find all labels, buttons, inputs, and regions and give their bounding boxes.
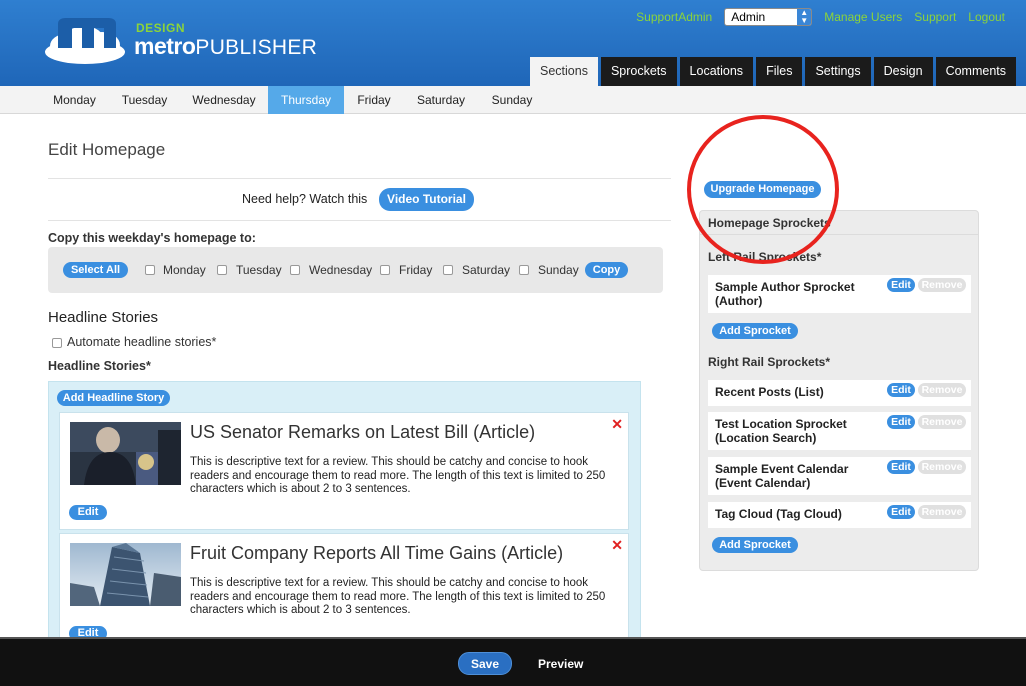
divider — [700, 234, 978, 235]
logo-brand-bold: metro — [134, 33, 196, 59]
save-button[interactable]: Save — [458, 652, 512, 675]
day-tab-saturday[interactable]: Saturday — [410, 86, 472, 114]
page-title: Edit Homepage — [48, 140, 166, 159]
tab-sections[interactable]: Sections — [530, 57, 598, 86]
select-arrows-icon: ▲ ▼ — [797, 9, 812, 25]
video-tutorial-button[interactable]: Video Tutorial — [379, 188, 474, 211]
tab-locations[interactable]: Locations — [679, 57, 754, 86]
copy-checkbox-friday[interactable] — [380, 265, 390, 275]
story-title: Fruit Company Reports All Time Gains (Ar… — [190, 543, 564, 563]
account-select-value: Admin — [731, 10, 766, 24]
day-tab-thursday[interactable]: Thursday — [268, 86, 344, 114]
user-link[interactable]: SupportAdmin — [636, 10, 712, 24]
story-edit-button[interactable]: Edit — [69, 505, 107, 520]
support-link[interactable]: Support — [914, 10, 956, 24]
remove-story-close-icon[interactable]: ✕ — [611, 537, 623, 554]
story-description: This is descriptive text for a review. T… — [190, 456, 606, 495]
automate-label: Automate headline stories* — [67, 335, 217, 349]
right-rail-title: Right Rail Sprockets* — [708, 355, 831, 369]
story-card: Fruit Company Reports All Time Gains (Ar… — [59, 533, 629, 651]
story-card: US Senator Remarks on Latest Bill (Artic… — [59, 412, 629, 530]
weekday-tab-bar: Monday Tuesday Wednesday Thursday Friday… — [0, 86, 1026, 114]
sprocket-edit-button[interactable]: Edit — [887, 460, 915, 474]
copy-label-saturday: Saturday — [462, 263, 511, 277]
tab-sprockets[interactable]: Sprockets — [600, 57, 677, 86]
upgrade-homepage-button[interactable]: Upgrade Homepage — [704, 181, 821, 198]
copy-checkbox-monday[interactable] — [145, 265, 155, 275]
story-description: This is descriptive text for a review. T… — [190, 577, 606, 616]
logo-brand-rest: PUBLISHER — [195, 36, 318, 59]
logo-cloud-icon — [42, 12, 128, 66]
sprocket-remove-button[interactable]: Remove — [918, 415, 966, 429]
day-tab-friday[interactable]: Friday — [348, 86, 400, 114]
divider — [48, 178, 671, 179]
sprocket-edit-button[interactable]: Edit — [887, 278, 915, 292]
copy-checkbox-tuesday[interactable] — [217, 265, 227, 275]
day-tab-sunday[interactable]: Sunday — [484, 86, 540, 114]
copy-checkbox-saturday[interactable] — [443, 265, 453, 275]
copy-label-tuesday: Tuesday — [236, 263, 282, 277]
sprocket-item: Tag Cloud (Tag Cloud) Edit Remove — [708, 502, 971, 528]
tab-design[interactable]: Design — [873, 57, 933, 86]
logo-brand: metroPUBLISHER — [134, 33, 317, 60]
automate-checkbox[interactable] — [52, 338, 62, 348]
manage-users-link[interactable]: Manage Users — [824, 10, 902, 24]
add-right-sprocket-button[interactable]: Add Sprocket — [712, 537, 798, 553]
sprocket-label: Sample Event Calendar (Event Calendar) — [715, 462, 849, 490]
footer-bar — [0, 637, 1026, 686]
sprocket-item: Test Location Sprocket (Location Search)… — [708, 412, 971, 450]
copy-checkbox-sunday[interactable] — [519, 265, 529, 275]
sprocket-item: Sample Event Calendar (Event Calendar) E… — [708, 457, 971, 495]
main-tabs: Sections Sprockets Locations Files Setti… — [530, 57, 1016, 86]
sprocket-label: Sample Author Sprocket (Author) — [715, 280, 855, 308]
account-select[interactable]: Admin ▲ ▼ — [724, 8, 813, 26]
left-rail-title: Left Rail Sprockets* — [708, 250, 822, 264]
copy-button[interactable]: Copy — [585, 262, 628, 278]
tab-comments[interactable]: Comments — [935, 57, 1016, 86]
headline-section-title: Headline Stories — [48, 309, 159, 326]
copy-label: Copy this weekday's homepage to: — [48, 231, 256, 245]
sprocket-item: Recent Posts (List) Edit Remove — [708, 380, 971, 406]
sprocket-remove-button[interactable]: Remove — [918, 505, 966, 519]
sprocket-label: Recent Posts (List) — [715, 385, 824, 399]
add-left-sprocket-button[interactable]: Add Sprocket — [712, 323, 798, 339]
select-all-button[interactable]: Select All — [63, 262, 128, 278]
day-tab-monday[interactable]: Monday — [41, 86, 108, 114]
sprocket-edit-button[interactable]: Edit — [887, 415, 915, 429]
logout-link[interactable]: Logout — [968, 10, 1005, 24]
help-text: Need help? Watch this — [242, 192, 368, 206]
copy-checkbox-wednesday[interactable] — [290, 265, 300, 275]
divider — [48, 220, 671, 221]
story-thumbnail — [70, 543, 181, 606]
sprocket-item: Sample Author Sprocket (Author) Edit Rem… — [708, 275, 971, 313]
sprocket-remove-button[interactable]: Remove — [918, 460, 966, 474]
copy-label-wednesday: Wednesday — [309, 263, 373, 277]
app-header: DESIGN metroPUBLISHER SupportAdmin Admin… — [0, 0, 1026, 86]
sprocket-edit-button[interactable]: Edit — [887, 383, 915, 397]
tab-settings[interactable]: Settings — [805, 57, 871, 86]
sprocket-remove-button[interactable]: Remove — [918, 383, 966, 397]
sprocket-label: Tag Cloud (Tag Cloud) — [715, 507, 842, 521]
story-thumbnail — [70, 422, 181, 485]
preview-button[interactable]: Preview — [538, 657, 583, 671]
sprocket-label: Test Location Sprocket (Location Search) — [715, 417, 847, 445]
copy-label-friday: Friday — [399, 263, 433, 277]
day-tab-wednesday[interactable]: Wednesday — [186, 86, 262, 114]
add-headline-story-button[interactable]: Add Headline Story — [57, 390, 170, 406]
copy-label-sunday: Sunday — [538, 263, 579, 277]
copy-label-monday: Monday — [163, 263, 206, 277]
remove-story-close-icon[interactable]: ✕ — [611, 416, 623, 433]
homepage-sprockets-heading: Homepage Sprockets — [708, 216, 831, 230]
story-title: US Senator Remarks on Latest Bill (Artic… — [190, 422, 536, 442]
sprocket-edit-button[interactable]: Edit — [887, 505, 915, 519]
headline-stories-subtitle: Headline Stories* — [48, 359, 151, 373]
sprocket-remove-button[interactable]: Remove — [918, 278, 966, 292]
day-tab-tuesday[interactable]: Tuesday — [112, 86, 177, 114]
top-links: SupportAdmin Admin ▲ ▼ Manage Users Suppo… — [624, 8, 1005, 26]
tab-files[interactable]: Files — [756, 57, 803, 86]
